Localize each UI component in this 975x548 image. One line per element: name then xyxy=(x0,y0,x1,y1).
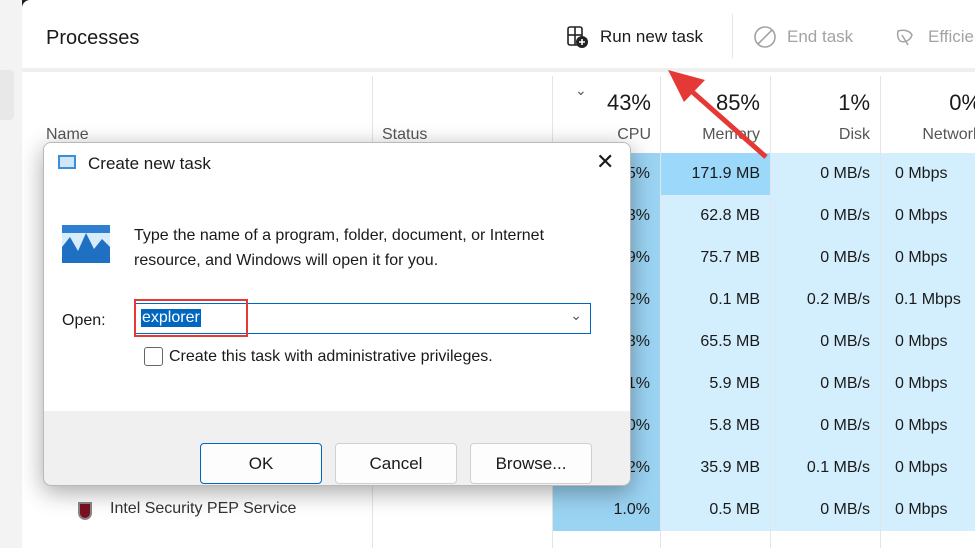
annotation-arrow xyxy=(668,70,768,159)
